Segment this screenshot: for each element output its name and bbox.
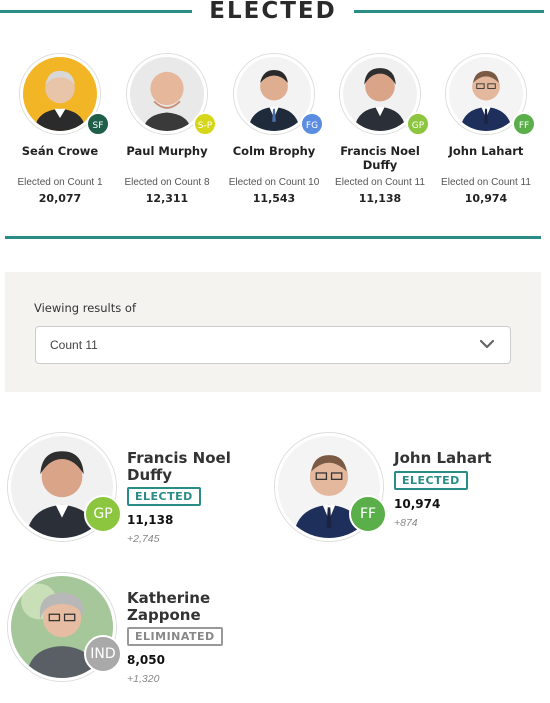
- candidate-name: Colm Brophy: [232, 144, 316, 158]
- elected-candidates-row: SF Seán Crowe Elected on Count 1 20,077 …: [0, 54, 550, 214]
- party-badge: FG: [300, 112, 324, 136]
- elected-count-text: Elected on Count 1: [17, 177, 103, 188]
- candidate-name: John Lahart: [448, 144, 524, 158]
- elected-count-text: Elected on Count 10: [228, 177, 320, 188]
- elected-header: ELECTED: [0, 0, 550, 28]
- elected-candidate[interactable]: FG Colm Brophy Elected on Count 10 11,54…: [222, 54, 326, 205]
- count-select-value: Count 11: [50, 338, 98, 352]
- vote-change: +2,745: [127, 533, 160, 545]
- candidate-votes: 8,050: [127, 653, 165, 667]
- section-divider: [5, 236, 541, 239]
- elected-count-text: Elected on Count 8: [124, 177, 210, 188]
- elected-count-text: Elected on Count 11: [441, 177, 531, 188]
- candidate-votes: 11,138: [127, 513, 174, 527]
- status-badge: ELECTED: [127, 487, 201, 506]
- vote-change: +874: [394, 517, 418, 529]
- candidate-votes: 20,077: [38, 192, 82, 205]
- header-rule-right: [354, 10, 544, 13]
- elected-count-text: Elected on Count 11: [335, 177, 425, 188]
- elected-candidate[interactable]: SF Seán Crowe Elected on Count 1 20,077: [8, 54, 112, 205]
- elected-candidate[interactable]: GP Francis Noel Duffy Elected on Count 1…: [328, 54, 432, 205]
- candidate-name: Francis Noel Duffy: [340, 144, 420, 172]
- candidate-name: Seán Crowe: [21, 144, 99, 158]
- party-badge: SF: [86, 112, 110, 136]
- result-card[interactable]: IND Katherine Zappone ELIMINATED 8,050 +…: [8, 573, 268, 703]
- candidate-name: Paul Murphy: [126, 144, 208, 158]
- elected-candidate[interactable]: S-P Paul Murphy Elected on Count 8 12,31…: [115, 54, 219, 205]
- party-badge: GP: [84, 495, 122, 533]
- party-badge: GP: [406, 112, 430, 136]
- viewing-results-label: Viewing results of: [34, 301, 136, 315]
- candidate-votes: 12,311: [145, 192, 189, 205]
- status-badge: ELIMINATED: [127, 627, 223, 646]
- chevron-down-icon: [480, 339, 494, 349]
- candidate-votes: 11,138: [358, 192, 402, 205]
- count-select[interactable]: Count 11: [35, 326, 511, 364]
- section-title: ELECTED: [209, 0, 337, 24]
- candidate-name: Francis Noel Duffy: [127, 449, 231, 484]
- candidate-votes: 10,974: [464, 192, 508, 205]
- party-badge: S-P: [193, 112, 217, 136]
- candidate-name: Katherine Zappone: [127, 589, 211, 624]
- party-badge: IND: [84, 635, 122, 673]
- candidate-votes: 11,543: [252, 192, 296, 205]
- party-badge: FF: [349, 495, 387, 533]
- candidate-name: John Lahart: [394, 449, 492, 467]
- candidate-votes: 10,974: [394, 497, 441, 511]
- elected-candidate[interactable]: FF John Lahart Elected on Count 11 10,97…: [434, 54, 538, 205]
- status-badge: ELECTED: [394, 471, 468, 490]
- count-selector-panel: Viewing results of Count 11: [5, 272, 541, 392]
- header-rule-left: [0, 10, 192, 13]
- result-card[interactable]: GP Francis Noel Duffy ELECTED 11,138 +2,…: [8, 433, 268, 563]
- vote-change: +1,320: [127, 673, 160, 685]
- party-badge: FF: [512, 112, 536, 136]
- result-card[interactable]: FF John Lahart ELECTED 10,974 +874: [275, 433, 535, 563]
